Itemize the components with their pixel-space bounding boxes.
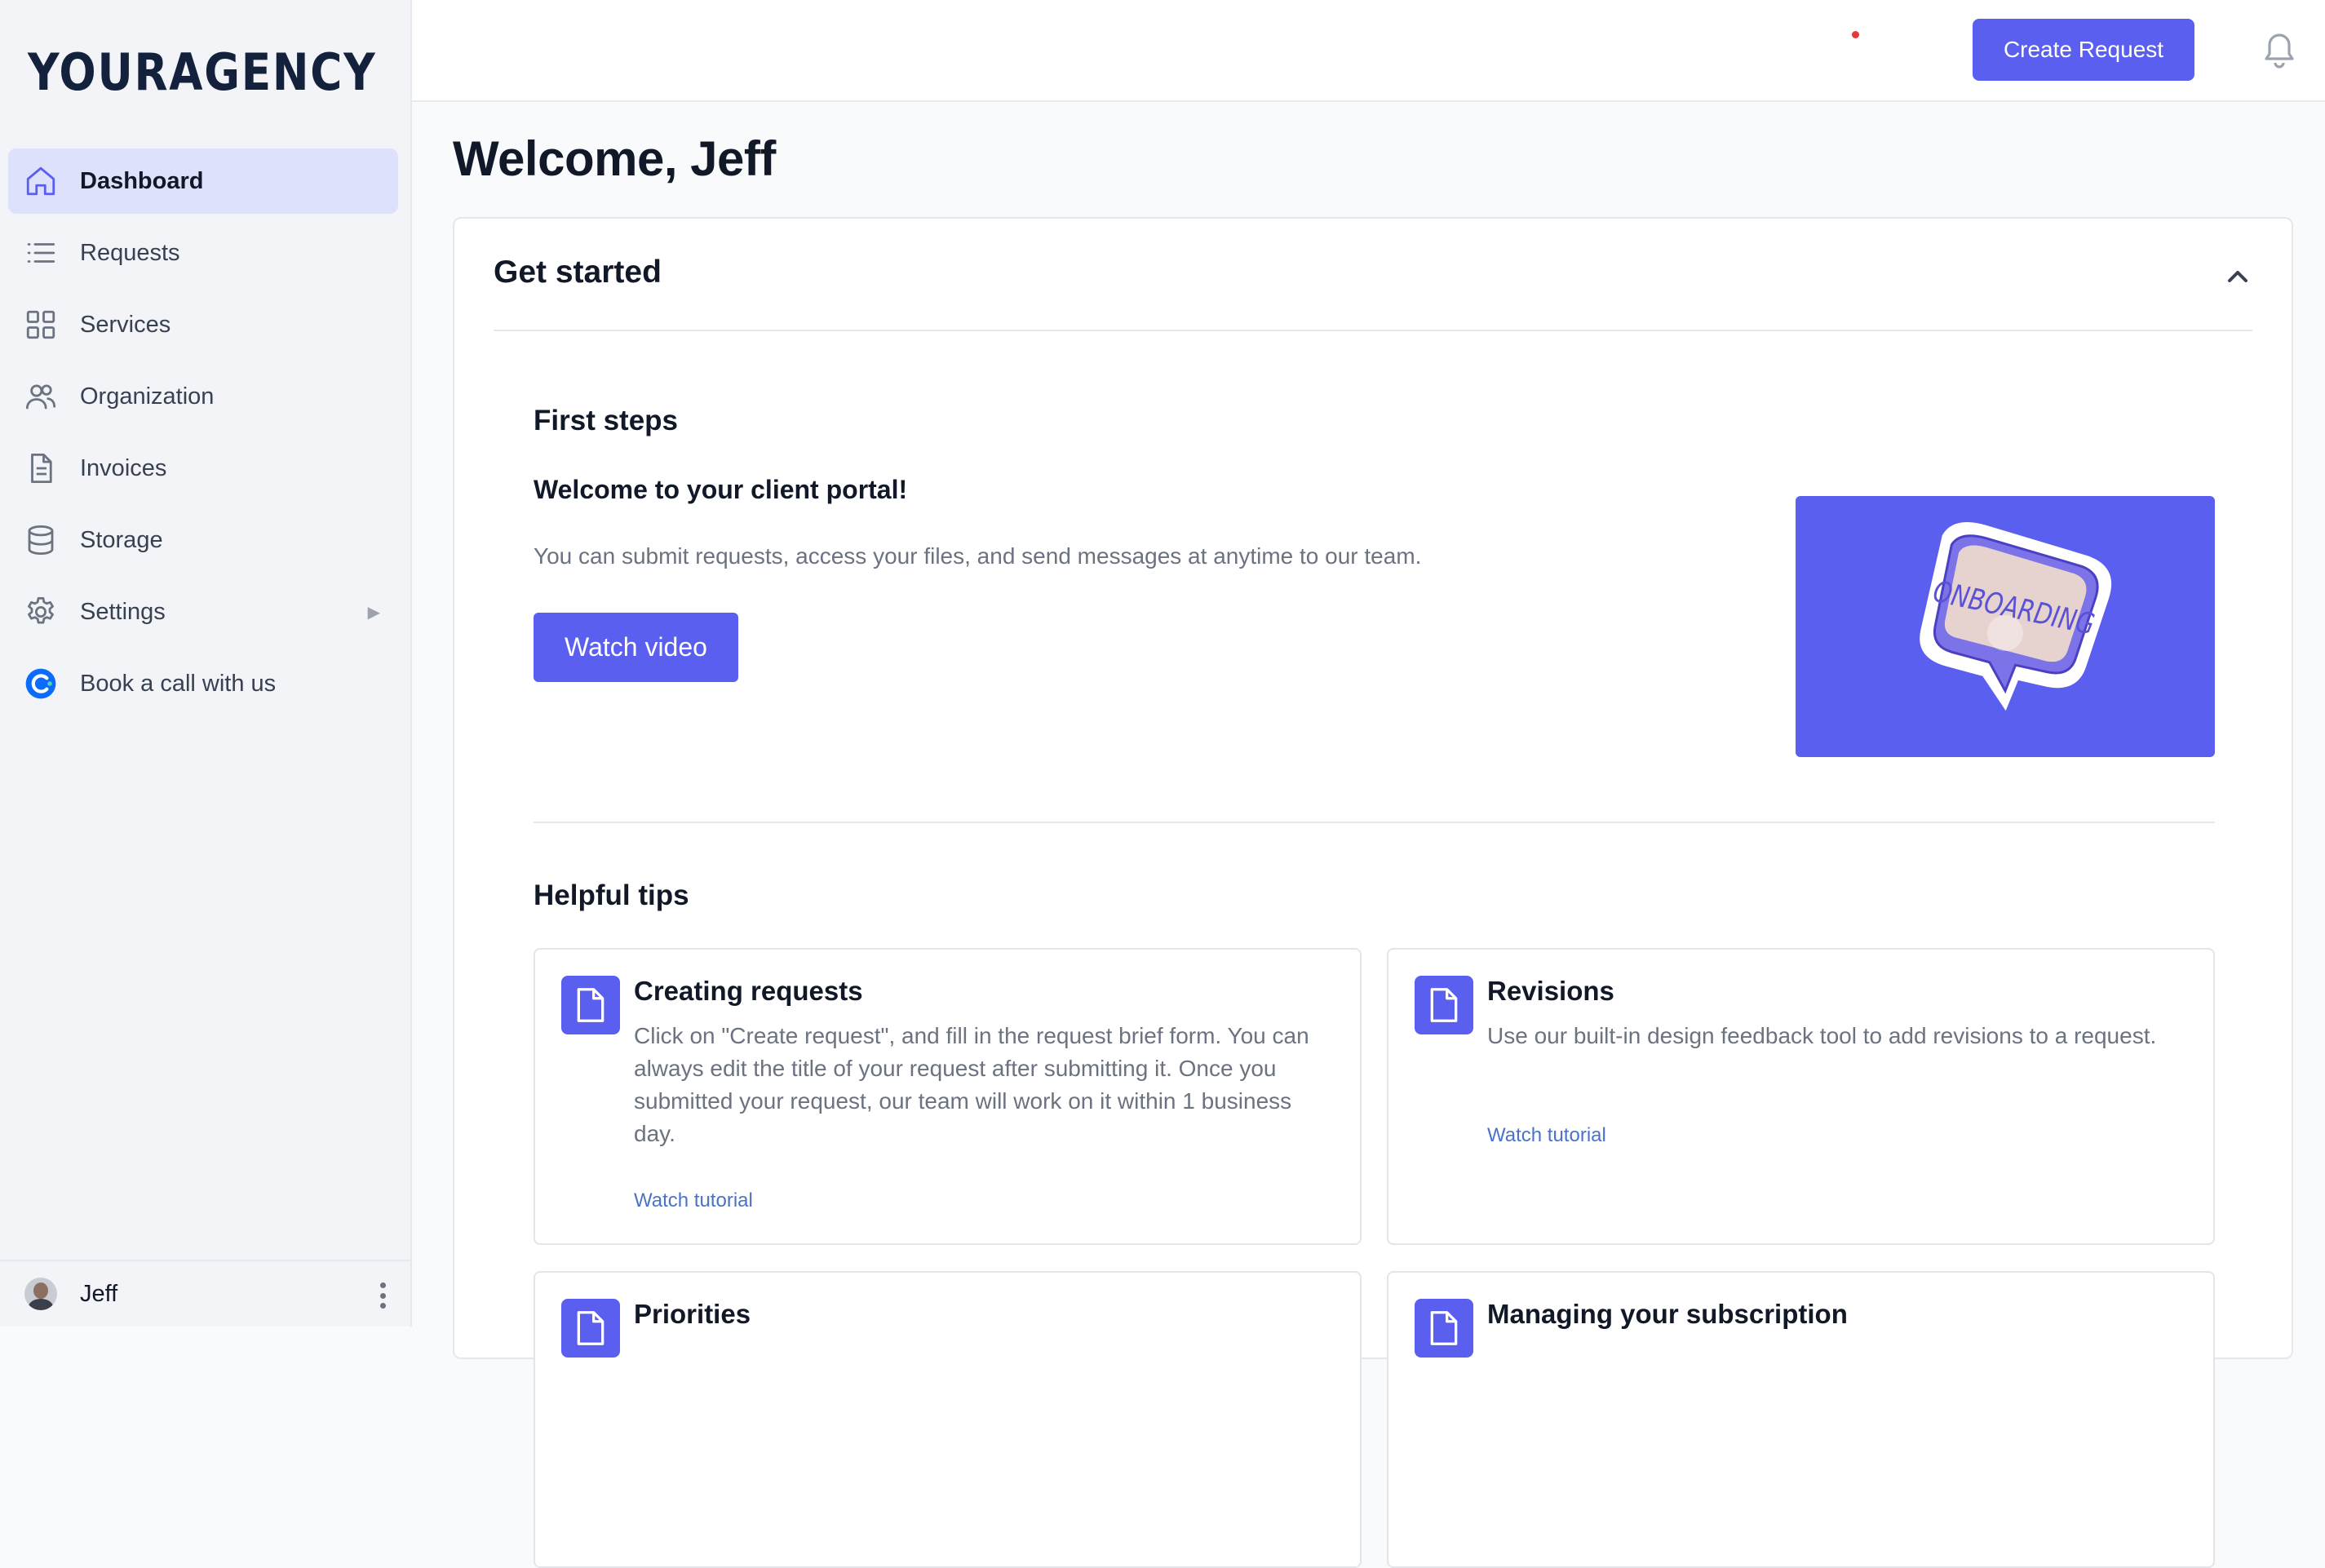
gear-icon <box>23 594 59 630</box>
create-request-button[interactable]: Create Request <box>1973 19 2194 81</box>
tip-card-managing-subscription: Managing your subscription <box>1387 1271 2215 1568</box>
sidebar-item-settings[interactable]: Settings ▶ <box>8 579 398 644</box>
get-started-title: Get started <box>494 255 662 290</box>
notification-dot <box>1852 31 1859 38</box>
first-steps-subtitle: Welcome to your client portal! <box>534 475 908 504</box>
sidebar-item-label: Organization <box>80 383 215 410</box>
sidebar-item-label: Settings <box>80 598 166 625</box>
first-steps-title: First steps <box>534 405 678 436</box>
document-icon <box>561 976 620 1034</box>
sidebar: YOURAGENCY Dashboard Requests Services O… <box>0 0 412 1327</box>
bell-icon[interactable] <box>2260 28 2299 70</box>
watch-video-button[interactable]: Watch video <box>534 613 738 682</box>
sidebar-item-label: Book a call with us <box>80 670 277 697</box>
tip-title: Revisions <box>1487 976 1614 1006</box>
divider <box>494 330 2252 331</box>
onboarding-video-thumbnail[interactable]: ONBOARDING <box>1796 496 2215 757</box>
tip-title: Creating requests <box>634 976 863 1006</box>
avatar <box>24 1278 57 1310</box>
tip-card-revisions: Revisions Use our built-in design feedba… <box>1387 948 2215 1245</box>
sidebar-item-services[interactable]: Services <box>8 292 398 357</box>
grid-icon <box>23 307 59 343</box>
sidebar-item-label: Requests <box>80 239 180 266</box>
tip-text: Use our built-in design feedback tool to… <box>1487 1023 2157 1048</box>
tip-card-priorities: Priorities <box>534 1271 1362 1568</box>
document-icon <box>561 1299 620 1358</box>
calendly-icon <box>23 666 59 702</box>
sidebar-nav: Dashboard Requests Services Organization… <box>8 148 398 723</box>
caret-right-icon: ▶ <box>367 604 380 622</box>
sidebar-item-book-call[interactable]: Book a call with us <box>8 651 398 716</box>
tip-title: Managing your subscription <box>1487 1299 1848 1329</box>
database-icon <box>23 522 59 558</box>
sidebar-item-label: Storage <box>80 526 163 553</box>
home-icon <box>23 163 59 199</box>
more-options-icon[interactable] <box>379 1282 386 1309</box>
page-title: Welcome, Jeff <box>453 131 776 186</box>
tip-card-creating-requests: Creating requests Click on "Create reque… <box>534 948 1362 1245</box>
agency-logo[interactable]: YOURAGENCY <box>28 42 376 102</box>
sidebar-item-dashboard[interactable]: Dashboard <box>8 148 398 214</box>
chevron-up-icon[interactable] <box>2226 268 2249 284</box>
first-steps-text: You can submit requests, access your fil… <box>534 543 1422 569</box>
tip-text: Click on "Create request", and fill in t… <box>634 1023 1309 1146</box>
sidebar-item-label: Invoices <box>80 454 167 481</box>
divider <box>534 822 2215 823</box>
users-icon <box>23 379 59 414</box>
user-menu[interactable]: Jeff <box>0 1260 410 1327</box>
sidebar-item-requests[interactable]: Requests <box>8 220 398 286</box>
list-icon <box>23 235 59 271</box>
sidebar-item-label: Services <box>80 311 171 338</box>
play-icon <box>1987 615 2023 651</box>
get-started-panel: Get started First steps Welcome to your … <box>453 217 2293 1568</box>
document-icon <box>1415 1299 1473 1358</box>
sidebar-item-invoices[interactable]: Invoices <box>8 436 398 501</box>
watch-tutorial-link[interactable]: Watch tutorial <box>634 1189 753 1212</box>
sidebar-item-label: Dashboard <box>80 167 204 194</box>
tip-title: Priorities <box>634 1299 751 1329</box>
user-name: Jeff <box>80 1280 118 1307</box>
watch-tutorial-link[interactable]: Watch tutorial <box>1487 1124 1606 1147</box>
sidebar-item-organization[interactable]: Organization <box>8 364 398 429</box>
helpful-tips-title: Helpful tips <box>534 879 689 911</box>
document-icon <box>23 450 59 486</box>
topbar: Create Request <box>412 0 2325 102</box>
document-icon <box>1415 976 1473 1034</box>
sidebar-item-storage[interactable]: Storage <box>8 507 398 573</box>
